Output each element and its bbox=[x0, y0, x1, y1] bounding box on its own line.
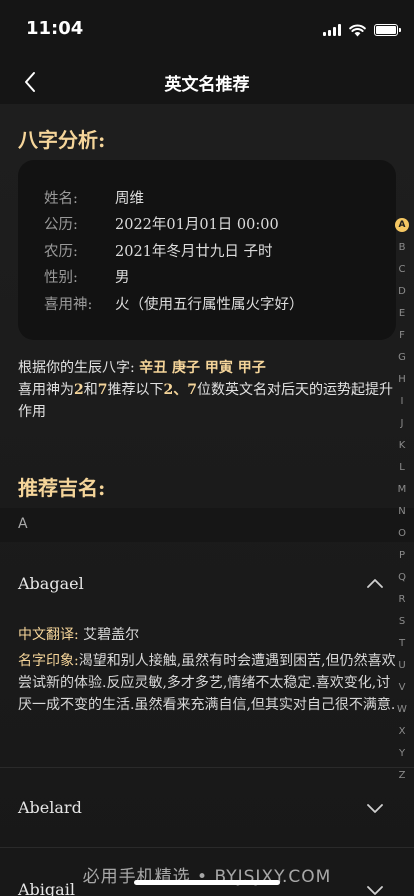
index-letter-d[interactable]: D bbox=[394, 280, 410, 302]
summary-number: 2、7 bbox=[163, 382, 197, 398]
summary-bazi-chars: 辛丑 庚子 甲寅 甲子 bbox=[139, 360, 266, 376]
name-impression: 名字印象:渴望和别人接触,虽然有时会遭遇到困苦,但仍然喜欢尝试新的体验.反应灵敏… bbox=[18, 650, 398, 716]
index-letter-y[interactable]: Y bbox=[394, 742, 410, 764]
index-letter-b[interactable]: B bbox=[394, 236, 410, 258]
name-item-abelard[interactable]: Abelard bbox=[0, 768, 414, 848]
page-title: 英文名推荐 bbox=[164, 74, 250, 95]
info-row-lunar: 农历: 2021年冬月廿九日 子时 bbox=[44, 237, 396, 264]
summary-text: 喜用神为 bbox=[18, 382, 74, 398]
status-time: 11:04 bbox=[26, 18, 84, 39]
translation-label: 中文翻译: bbox=[18, 627, 79, 643]
info-value: 2022年01月01日 00:00 bbox=[115, 217, 279, 234]
impression-label: 名字印象: bbox=[18, 653, 79, 669]
index-letter-q[interactable]: Q bbox=[394, 566, 410, 588]
info-label: 姓名: bbox=[44, 190, 78, 207]
status-icons bbox=[323, 22, 401, 38]
info-value: 火（使用五行属性属火字好） bbox=[115, 296, 304, 313]
index-letter-t[interactable]: T bbox=[394, 632, 410, 654]
index-letter-k[interactable]: K bbox=[394, 434, 410, 456]
index-letter-o[interactable]: O bbox=[394, 522, 410, 544]
name-translation: 中文翻译: 艾碧盖尔 bbox=[18, 624, 398, 646]
info-value: 男 bbox=[115, 270, 130, 287]
back-button[interactable] bbox=[14, 66, 46, 98]
bazi-info-card: 姓名: 周维 公历: 2022年01月01日 00:00 农历: 2021年冬月… bbox=[18, 160, 396, 340]
group-letter: A bbox=[18, 516, 28, 532]
index-letter-s[interactable]: S bbox=[394, 610, 410, 632]
name-text: Abelard bbox=[18, 798, 82, 817]
index-letter-e[interactable]: E bbox=[394, 302, 410, 324]
status-bar: 11:04 bbox=[0, 0, 414, 60]
summary-number: 2 bbox=[74, 382, 84, 398]
index-letter-z[interactable]: Z bbox=[394, 764, 410, 786]
translation-value: 艾碧盖尔 bbox=[83, 627, 140, 643]
index-letter-v[interactable]: V bbox=[394, 676, 410, 698]
summary-prefix: 根据你的生辰八字: bbox=[18, 360, 135, 376]
index-letter-m[interactable]: M bbox=[394, 478, 410, 500]
index-letter-p[interactable]: P bbox=[394, 544, 410, 566]
index-letter-r[interactable]: R bbox=[394, 588, 410, 610]
index-letter-l[interactable]: L bbox=[394, 456, 410, 478]
index-letter-n[interactable]: N bbox=[394, 500, 410, 522]
index-letter-h[interactable]: H bbox=[394, 368, 410, 390]
index-letter-g[interactable]: G bbox=[394, 346, 410, 368]
battery-icon bbox=[374, 24, 401, 36]
info-label: 性别: bbox=[44, 270, 78, 287]
summary-text: 推荐以下 bbox=[107, 382, 164, 398]
summary-text: 和 bbox=[83, 382, 98, 398]
index-letter-f[interactable]: F bbox=[394, 324, 410, 346]
bazi-summary: 根据你的生辰八字: 辛丑 庚子 甲寅 甲子 喜用神为2和7推荐以下2、7位数英文… bbox=[18, 357, 398, 423]
info-row-solar: 公历: 2022年01月01日 00:00 bbox=[44, 211, 396, 238]
index-letter-c[interactable]: C bbox=[394, 258, 410, 280]
wifi-icon bbox=[349, 23, 366, 36]
group-header: A bbox=[0, 508, 414, 542]
chevron-down-icon[interactable] bbox=[366, 799, 384, 817]
index-letter-j[interactable]: J bbox=[394, 412, 410, 434]
home-indicator bbox=[134, 880, 280, 885]
info-value: 周维 bbox=[115, 190, 144, 207]
summary-number: 7 bbox=[97, 382, 108, 398]
info-value: 2021年冬月廿九日 子时 bbox=[115, 243, 273, 260]
info-row-gender: 性别: 男 bbox=[44, 264, 396, 291]
chevron-left-icon bbox=[25, 72, 35, 92]
info-row-favorable: 喜用神: 火（使用五行属性属火字好） bbox=[44, 290, 396, 317]
nav-bar: 英文名推荐 bbox=[0, 60, 414, 104]
chevron-up-icon[interactable] bbox=[366, 575, 384, 593]
signal-icon bbox=[323, 24, 341, 36]
info-label: 公历: bbox=[44, 217, 78, 234]
recommend-section-title: 推荐吉名: bbox=[18, 476, 106, 500]
index-letter-w[interactable]: W bbox=[394, 698, 410, 720]
info-label: 农历: bbox=[44, 243, 78, 260]
name-text: Abagael bbox=[18, 574, 84, 593]
index-letter-x[interactable]: X bbox=[394, 720, 410, 742]
bazi-section-title: 八字分析: bbox=[18, 128, 106, 152]
index-letter-u[interactable]: U bbox=[394, 654, 410, 676]
name-item-abagael[interactable]: Abagael 中文翻译: 艾碧盖尔 名字印象:渴望和别人接触,虽然有时会遭遇到… bbox=[0, 542, 414, 768]
index-letter-i[interactable]: I bbox=[394, 390, 410, 412]
info-row-name: 姓名: 周维 bbox=[44, 184, 396, 211]
info-label: 喜用神: bbox=[44, 296, 93, 313]
alphabet-index[interactable]: ABCDEFGHIJKLMNOPQRSTUVWXYZ bbox=[394, 214, 410, 786]
content-scroll[interactable]: 八字分析: 姓名: 周维 公历: 2022年01月01日 00:00 农历: 2… bbox=[0, 104, 414, 896]
index-letter-a[interactable]: A bbox=[395, 218, 409, 232]
